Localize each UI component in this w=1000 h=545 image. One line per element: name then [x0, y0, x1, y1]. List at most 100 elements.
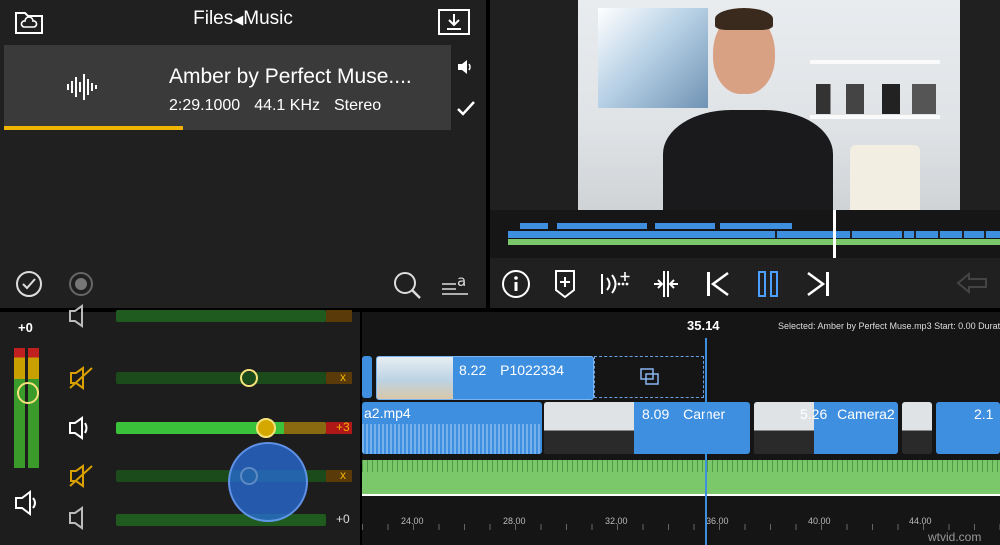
preview-progress-bar[interactable]: [4, 126, 451, 130]
video-clip[interactable]: a2.mp4: [362, 402, 542, 454]
clip-thumbnail: [544, 402, 634, 454]
audio-mixer-panel: +0 x +3 x +0: [0, 304, 360, 545]
skip-back-icon[interactable]: [698, 264, 738, 304]
copy-icon: [639, 367, 661, 392]
clip-waveform: [362, 424, 542, 454]
video-clip[interactable]: 8.22 P1022334: [376, 356, 594, 400]
video-clip[interactable]: [362, 356, 372, 398]
track-speaker-icon[interactable]: [68, 506, 94, 535]
master-fader-knob[interactable]: [17, 382, 39, 404]
file-title: Amber by Perfect Muse....: [169, 65, 412, 88]
presenter-hair: [715, 8, 773, 30]
mini-timeline[interactable]: [490, 210, 1000, 258]
meter-left: [14, 348, 25, 468]
playhead[interactable]: [705, 338, 707, 545]
ruler-label: 36.00: [706, 516, 729, 526]
track-speaker-icon[interactable]: [68, 304, 94, 333]
ruler-label: 44.00: [909, 516, 932, 526]
clip-duration: 5.26: [800, 406, 828, 422]
shelf: [810, 60, 940, 64]
audio-file-item[interactable]: Amber by Perfect Muse.... 2:29.1000 44.1 …: [4, 45, 451, 129]
speaker-icon[interactable]: [456, 58, 474, 81]
shelf-items: [816, 84, 936, 114]
record-icon[interactable]: [68, 271, 94, 302]
clip-name: a2.mp4: [364, 405, 411, 421]
breadcrumb-files[interactable]: Files: [193, 8, 233, 29]
clip-duration-label: 8.09 Camer: [642, 406, 725, 422]
clip-name: P1022334: [500, 362, 564, 378]
checkmark-icon[interactable]: [456, 100, 476, 123]
video-preview[interactable]: [578, 0, 960, 210]
clip-duration-label: 5.26 Camera2: [800, 406, 895, 422]
skip-forward-icon[interactable]: [798, 264, 838, 304]
clip-duration: 2.1: [974, 406, 994, 422]
ruler-label: 32.00: [605, 516, 628, 526]
preview-panel: [490, 0, 1000, 308]
mixer-track-row: x: [62, 362, 352, 392]
meter-right: [28, 348, 39, 468]
track-fader[interactable]: [116, 372, 326, 384]
file-channels: Stereo: [334, 97, 382, 114]
muted-speaker-icon[interactable]: [68, 464, 96, 493]
video-clip[interactable]: 5.26 Camera2: [754, 402, 898, 454]
mixer-track-row: +0: [62, 500, 352, 530]
file-duration: 2:29.1000: [169, 97, 241, 114]
track-fader[interactable]: [116, 310, 326, 322]
track-fader-knob[interactable]: [256, 418, 276, 438]
playhead-time: 35.14: [687, 318, 720, 333]
sort-text-icon[interactable]: a: [440, 268, 470, 303]
master-level-meter[interactable]: [14, 348, 40, 468]
clip-placeholder[interactable]: [594, 356, 704, 398]
wall-artwork: [598, 8, 708, 108]
ruler-label: 24.00: [401, 516, 424, 526]
track-fader-peak: [326, 470, 352, 482]
import-icon[interactable]: [438, 9, 470, 40]
back-arrow-icon[interactable]: ◀: [233, 12, 243, 27]
file-browser-panel: Files◀Music Amber by Perfect Muse.... 2:…: [0, 0, 486, 308]
add-voiceover-icon[interactable]: [596, 264, 636, 304]
ruler-label: 28.00: [503, 516, 526, 526]
split-icon[interactable]: [646, 264, 686, 304]
breadcrumb: Files◀Music: [0, 8, 486, 30]
master-speaker-icon[interactable]: [14, 490, 42, 521]
video-clip[interactable]: 2.1: [936, 402, 1000, 454]
mixer-track-row: +3: [62, 412, 352, 442]
clip-duration: 8.22: [459, 362, 487, 378]
master-gain-label: +0: [18, 320, 33, 335]
video-clip[interactable]: [902, 402, 932, 454]
muted-speaker-icon[interactable]: [68, 366, 96, 395]
track-fader[interactable]: [116, 422, 326, 434]
track-fader-knob[interactable]: [240, 369, 258, 387]
breadcrumb-music: Music: [243, 8, 293, 29]
undo-icon[interactable]: [952, 264, 992, 304]
ruler-label: 40.00: [808, 516, 831, 526]
shelf: [810, 115, 940, 119]
clip-thumbnail: [377, 357, 453, 399]
select-check-icon[interactable]: [15, 270, 43, 303]
track-speaker-icon[interactable]: [68, 416, 96, 445]
track-fader-peak: [326, 372, 352, 384]
clip-name: Camera2: [837, 406, 895, 422]
mixer-track-row: x: [62, 460, 352, 490]
selection-info: Selected: Amber by Perfect Muse.mp3 Star…: [778, 321, 1000, 331]
ruler-ticks: [362, 524, 1000, 530]
track-gain-value: +3: [336, 420, 350, 434]
timeline-panel[interactable]: 35.14 Selected: Amber by Perfect Muse.mp…: [362, 312, 1000, 545]
audio-track-selection-edge: [362, 494, 1000, 496]
mixer-track-row: [62, 300, 352, 330]
video-clip[interactable]: 8.09 Camer: [544, 402, 750, 454]
add-marker-icon[interactable]: [545, 264, 585, 304]
file-sample-rate: 44.1 KHz: [254, 97, 320, 114]
pause-icon[interactable]: [748, 264, 788, 304]
search-icon[interactable]: [392, 270, 422, 305]
time-ruler: 24.00 28.00 32.00 36.00 40.00 44.00: [362, 510, 1000, 545]
touch-indicator: [228, 442, 308, 522]
track-gain-value: x: [340, 468, 346, 482]
preview-progress-fill: [4, 126, 183, 130]
audio-waveform: [362, 460, 1000, 472]
track-gain-value: +0: [336, 512, 350, 526]
music-audio-track[interactable]: [362, 460, 1000, 494]
info-icon[interactable]: [496, 264, 536, 304]
track-fader[interactable]: [116, 514, 326, 526]
svg-text:a: a: [457, 272, 466, 290]
